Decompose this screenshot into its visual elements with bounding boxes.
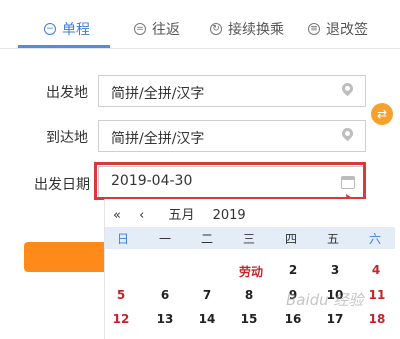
calendar-popup: « ‹ 五月 2019 日 一 二 三 四 五 六 劳动 2 3 4 5 6 7… bbox=[104, 199, 395, 339]
trip-type-tabs: − 单程 = 往返 ↻ 接续换乘 ≡ 退改签 bbox=[0, 0, 400, 49]
calendar-day-weekend[interactable]: 12 bbox=[107, 312, 135, 326]
tab-label: 接续换乘 bbox=[228, 22, 284, 38]
tab-label: 往返 bbox=[152, 22, 180, 38]
calendar-day-weekend[interactable]: 4 bbox=[362, 263, 390, 277]
weekday-header: 日 一 二 三 四 五 六 bbox=[105, 227, 395, 249]
weekday-sun: 日 bbox=[117, 232, 130, 246]
calendar-day-weekend[interactable]: 5 bbox=[107, 288, 135, 302]
arrival-input[interactable]: 简拼/全拼/汉字 bbox=[98, 120, 366, 152]
date-label: 出发日期 bbox=[34, 177, 90, 193]
departure-placeholder: 简拼/全拼/汉字 bbox=[111, 86, 205, 102]
prev-year-button[interactable]: « bbox=[113, 208, 121, 223]
location-pin-icon bbox=[339, 80, 356, 97]
calendar-day[interactable]: 14 bbox=[193, 312, 221, 326]
highlight-box bbox=[94, 162, 366, 200]
calendar-month: 五月 bbox=[168, 208, 195, 223]
location-pin-icon bbox=[339, 125, 356, 142]
calendar-day[interactable]: 13 bbox=[151, 312, 179, 326]
calendar-day[interactable]: 15 bbox=[235, 312, 263, 326]
arrival-label: 到达地 bbox=[46, 130, 88, 146]
departure-label: 出发地 bbox=[46, 85, 88, 101]
prev-month-button[interactable]: ‹ bbox=[139, 208, 144, 223]
swap-stations-button[interactable]: ⇄ bbox=[371, 103, 393, 125]
minus-circle-icon: − bbox=[44, 23, 56, 35]
calendar-day[interactable]: 17 bbox=[321, 312, 349, 326]
calendar-day[interactable]: 8 bbox=[235, 288, 263, 302]
search-button[interactable] bbox=[24, 242, 104, 272]
refresh-circle-icon: ↻ bbox=[210, 23, 222, 35]
weekday-sat: 六 bbox=[369, 232, 382, 246]
equals-circle-icon: = bbox=[134, 23, 146, 35]
weekday-fri: 五 bbox=[327, 232, 340, 246]
calendar-day[interactable]: 7 bbox=[193, 288, 221, 302]
weekday-mon: 一 bbox=[159, 232, 172, 246]
tab-round-trip[interactable]: = 往返 bbox=[134, 18, 180, 40]
tab-label: 单程 bbox=[62, 22, 90, 38]
calendar-day-weekend[interactable]: 11 bbox=[363, 288, 391, 302]
calendar-day-holiday[interactable]: 劳动 bbox=[231, 263, 271, 280]
calendar-day[interactable]: 6 bbox=[151, 288, 179, 302]
weekday-tue: 二 bbox=[201, 232, 214, 246]
ticket-circle-icon: ≡ bbox=[308, 23, 320, 35]
tab-transfer[interactable]: ↻ 接续换乘 bbox=[210, 18, 284, 40]
watermark: Baidu 经验 bbox=[286, 291, 364, 309]
calendar-day[interactable]: 3 bbox=[321, 263, 349, 277]
calendar-day-weekend[interactable]: 18 bbox=[363, 312, 391, 326]
calendar-day[interactable]: 16 bbox=[279, 312, 307, 326]
tab-one-way[interactable]: − 单程 bbox=[44, 18, 90, 40]
calendar-nav: « ‹ 五月 2019 bbox=[113, 204, 260, 223]
active-tab-indicator bbox=[18, 45, 110, 48]
tab-refund-change[interactable]: ≡ 退改签 bbox=[308, 18, 368, 40]
arrival-placeholder: 简拼/全拼/汉字 bbox=[111, 131, 205, 147]
tab-label: 退改签 bbox=[326, 22, 368, 38]
weekday-thu: 四 bbox=[285, 232, 298, 246]
calendar-year: 2019 bbox=[212, 208, 246, 223]
calendar-day[interactable]: 2 bbox=[279, 263, 307, 277]
departure-input[interactable]: 简拼/全拼/汉字 bbox=[98, 75, 366, 107]
weekday-wed: 三 bbox=[243, 232, 256, 246]
